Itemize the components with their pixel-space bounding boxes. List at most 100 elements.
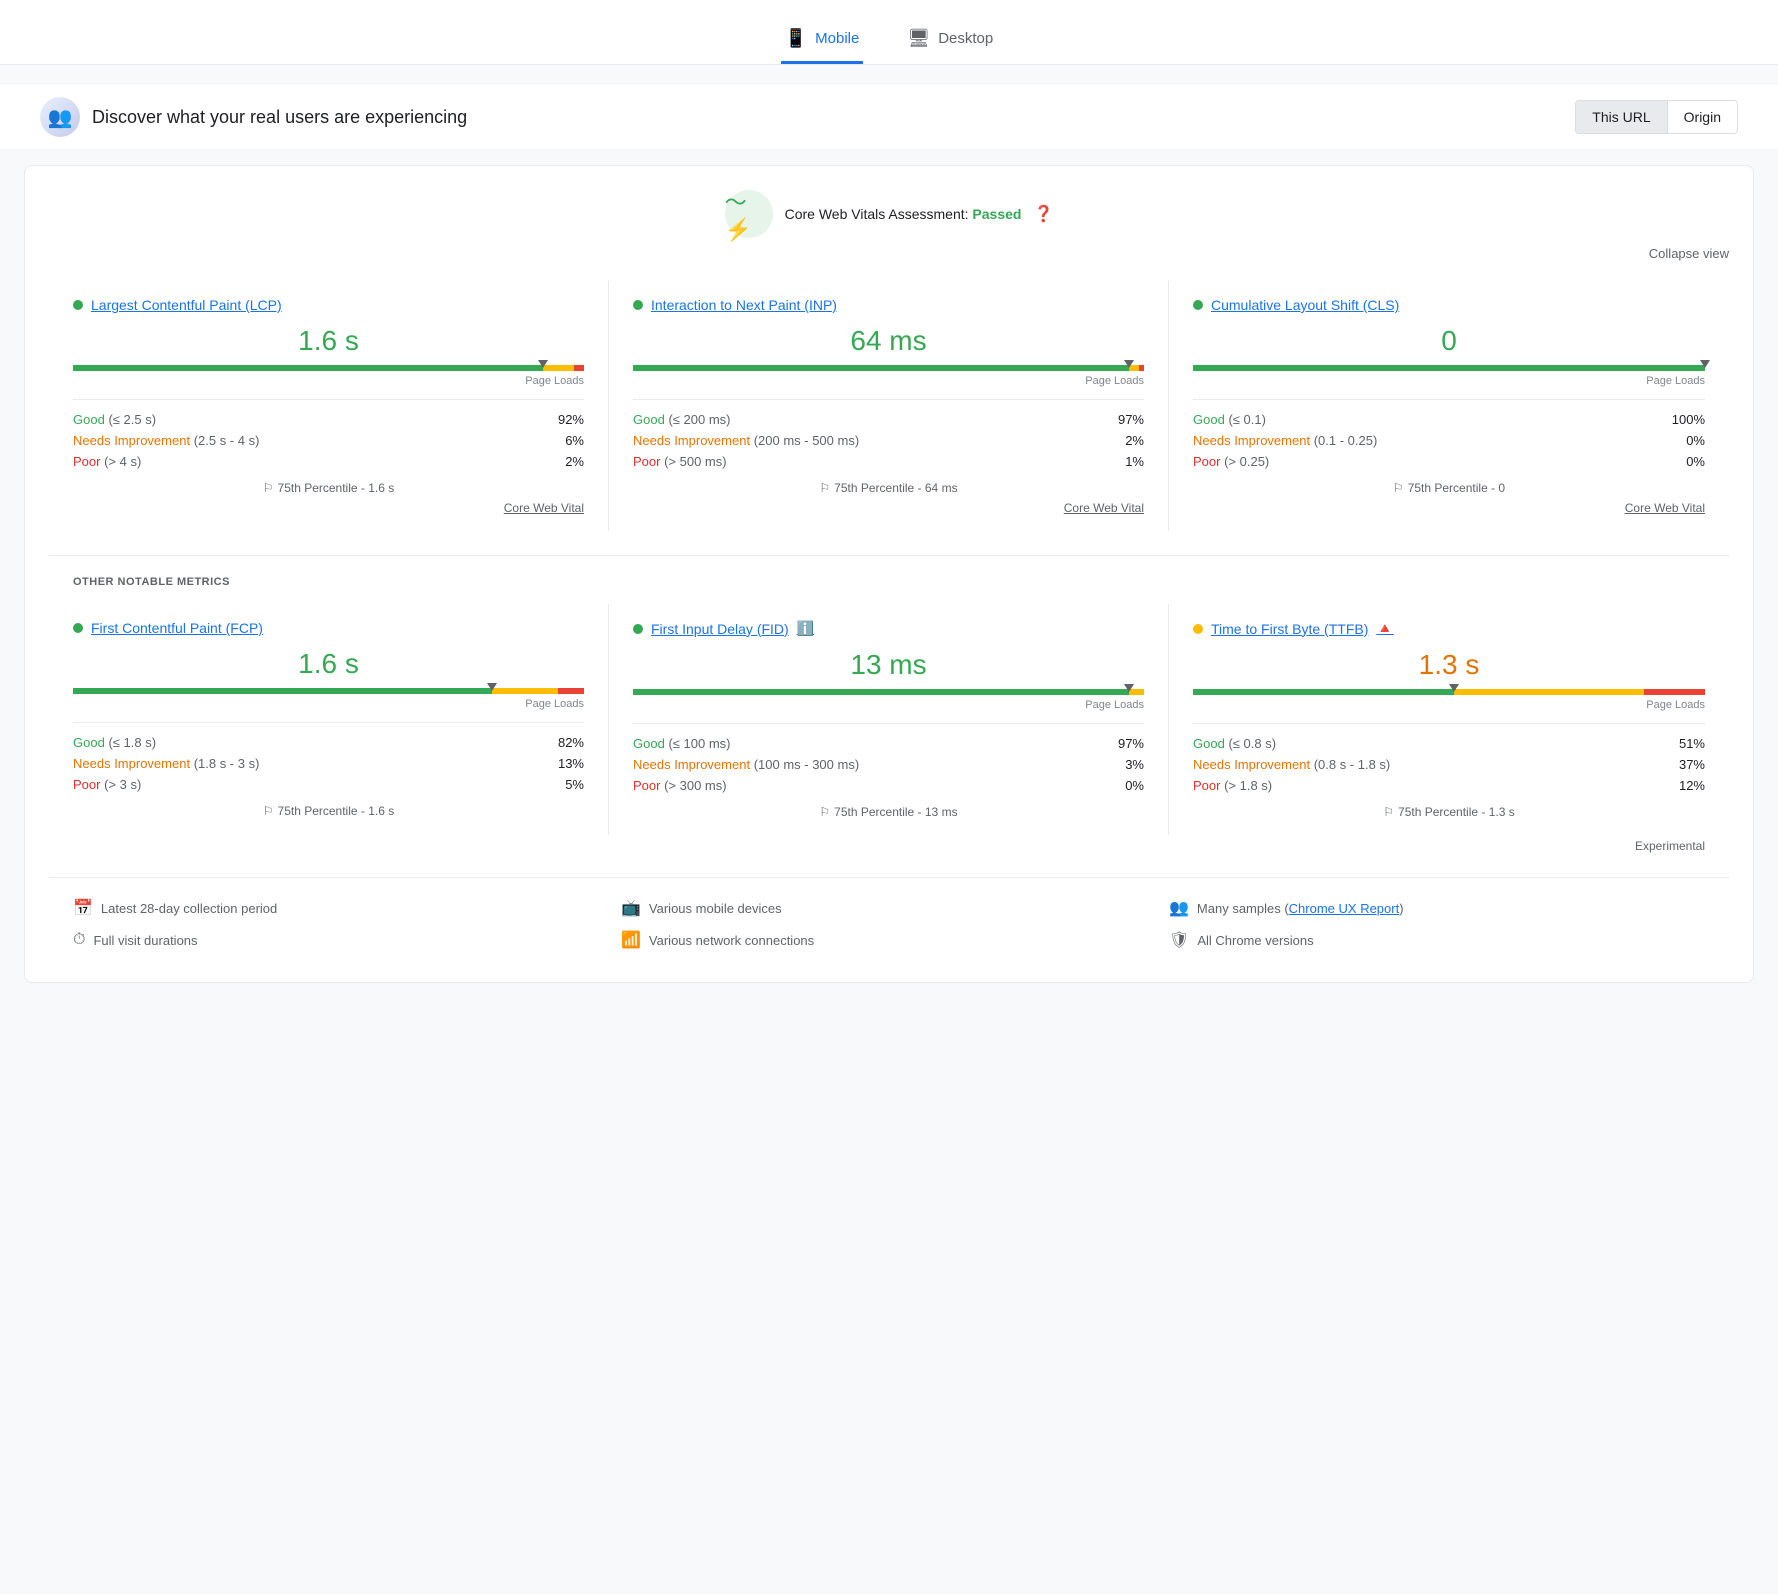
- other-metrics-grid: First Contentful Paint (FCP) 1.6 s Page …: [49, 604, 1729, 835]
- page-loads-label: Page Loads: [73, 375, 584, 387]
- url-origin-toggle: This URL Origin: [1575, 100, 1738, 134]
- page-loads-label: Page Loads: [1193, 375, 1705, 387]
- assessment-header: 〜⚡ Core Web Vitals Assessment: Passed ❓: [49, 190, 1729, 238]
- tab-desktop[interactable]: 🖥 Desktop: [903, 16, 997, 64]
- footer-icon-5: 🛡: [1169, 930, 1189, 950]
- page-loads-label: Page Loads: [633, 375, 1144, 387]
- page-loads-label: Page Loads: [73, 698, 584, 710]
- this-url-button[interactable]: This URL: [1576, 101, 1667, 133]
- percentile-fcp: ⚐ 75th Percentile - 1.6 s: [73, 804, 584, 818]
- metric-title-fid[interactable]: First Input Delay (FID) ℹ️: [633, 620, 1144, 637]
- metric-col-inp: Interaction to Next Paint (INP) 64 ms Pa…: [609, 281, 1169, 531]
- origin-button[interactable]: Origin: [1668, 101, 1737, 133]
- footer-item-4: 📶 Various network connections: [621, 930, 1157, 950]
- top-tabs-container: 📱 Mobile 🖥 Desktop: [0, 0, 1778, 65]
- percentile-fid: ⚐ 75th Percentile - 13 ms: [633, 805, 1144, 819]
- metric-row: Needs Improvement (1.8 s - 3 s) 13%: [73, 756, 584, 771]
- metric-value-lcp: 1.6 s: [73, 325, 584, 357]
- info-icon[interactable]: ℹ️: [797, 620, 814, 637]
- metric-row: Needs Improvement (2.5 s - 4 s) 6%: [73, 433, 584, 448]
- page-title: Discover what your real users are experi…: [92, 107, 467, 128]
- progress-bar: [633, 689, 1144, 695]
- metric-value-inp: 64 ms: [633, 325, 1144, 357]
- chrome-ux-report-link[interactable]: Chrome UX Report: [1289, 901, 1400, 916]
- status-dot-inp: [633, 300, 643, 310]
- footer-item-5: 🛡 All Chrome versions: [1169, 930, 1705, 950]
- metric-rows-ttfb: Good (≤ 0.8 s) 51% Needs Improvement (0.…: [1193, 723, 1705, 793]
- metric-title-inp[interactable]: Interaction to Next Paint (INP): [633, 297, 1144, 313]
- other-metrics-label: OTHER NOTABLE METRICS: [49, 576, 1729, 588]
- metric-col-lcp: Largest Contentful Paint (LCP) 1.6 s Pag…: [49, 281, 609, 531]
- metric-row: Poor (> 3 s) 5%: [73, 777, 584, 792]
- core-vitals-grid: Largest Contentful Paint (LCP) 1.6 s Pag…: [49, 281, 1729, 531]
- assessment-status: Passed: [972, 206, 1021, 222]
- metric-row: Poor (> 500 ms) 1%: [633, 454, 1144, 469]
- progress-bar: [73, 365, 584, 371]
- metric-title-fcp[interactable]: First Contentful Paint (FCP): [73, 620, 584, 636]
- metric-row: Poor (> 4 s) 2%: [73, 454, 584, 469]
- progress-bar: [1193, 689, 1705, 695]
- metric-row: Good (≤ 100 ms) 97%: [633, 736, 1144, 751]
- metric-row: Good (≤ 200 ms) 97%: [633, 412, 1144, 427]
- progress-bar: [1193, 365, 1705, 371]
- help-icon[interactable]: ❓: [1033, 204, 1053, 224]
- metric-row: Good (≤ 0.1) 100%: [1193, 412, 1705, 427]
- percentile-ttfb: ⚐ 75th Percentile - 1.3 s: [1193, 805, 1705, 819]
- metric-title-lcp[interactable]: Largest Contentful Paint (LCP): [73, 297, 584, 313]
- metric-value-ttfb: 1.3 s: [1193, 649, 1705, 681]
- metric-value-cls: 0: [1193, 325, 1705, 357]
- metric-title-ttfb[interactable]: Time to First Byte (TTFB) 🔺: [1193, 620, 1705, 637]
- footer-item-0: 📅 Latest 28-day collection period: [73, 898, 609, 918]
- metric-row: Needs Improvement (0.1 - 0.25) 0%: [1193, 433, 1705, 448]
- pulse-icon: 〜⚡: [725, 190, 773, 238]
- footer-icon-0: 📅: [73, 898, 93, 918]
- metric-row: Needs Improvement (0.8 s - 1.8 s) 37%: [1193, 757, 1705, 772]
- metric-col-ttfb: Time to First Byte (TTFB) 🔺 1.3 s Page L…: [1169, 604, 1729, 835]
- metric-title-cls[interactable]: Cumulative Layout Shift (CLS): [1193, 297, 1705, 313]
- metric-row: Poor (> 1.8 s) 12%: [1193, 778, 1705, 793]
- metric-row: Good (≤ 1.8 s) 82%: [73, 735, 584, 750]
- metric-row: Good (≤ 0.8 s) 51%: [1193, 736, 1705, 751]
- metric-col-fid: First Input Delay (FID) ℹ️ 13 ms Page Lo…: [609, 604, 1169, 835]
- collapse-view-link[interactable]: Collapse view: [1649, 246, 1729, 261]
- status-dot-fid: [633, 624, 643, 634]
- metric-col-fcp: First Contentful Paint (FCP) 1.6 s Page …: [49, 604, 609, 835]
- desktop-icon: 🖥: [907, 28, 930, 49]
- progress-bar: [633, 365, 1144, 371]
- footer-item-3: ⏱ Full visit durations: [73, 930, 609, 950]
- header-bar: 👥 Discover what your real users are expe…: [0, 85, 1778, 149]
- metric-rows-fid: Good (≤ 100 ms) 97% Needs Improvement (1…: [633, 723, 1144, 793]
- footer-item-2: 👥 Many samples (Chrome UX Report): [1169, 898, 1705, 918]
- footer-section: 📅 Latest 28-day collection period 📺 Vari…: [49, 877, 1729, 958]
- avatar: 👥: [40, 97, 80, 137]
- metric-rows-cls: Good (≤ 0.1) 100% Needs Improvement (0.1…: [1193, 399, 1705, 469]
- footer-icon-4: 📶: [621, 930, 641, 950]
- tab-mobile[interactable]: 📱 Mobile: [781, 16, 864, 64]
- metric-value-fcp: 1.6 s: [73, 648, 584, 680]
- experimental-label: Experimental: [49, 839, 1729, 853]
- tab-desktop-label: Desktop: [938, 30, 993, 47]
- footer-item-1: 📺 Various mobile devices: [621, 898, 1157, 918]
- footer-icon-1: 📺: [621, 898, 641, 918]
- footer-icon-2: 👥: [1169, 898, 1189, 918]
- percentile-inp: ⚐ 75th Percentile - 64 ms: [633, 481, 1144, 495]
- metric-row: Poor (> 300 ms) 0%: [633, 778, 1144, 793]
- main-card: 〜⚡ Core Web Vitals Assessment: Passed ❓ …: [24, 165, 1754, 983]
- core-vital-link-cls[interactable]: Core Web Vital: [1193, 501, 1705, 515]
- experimental-icon: 🔺: [1376, 620, 1393, 637]
- core-vital-link-inp[interactable]: Core Web Vital: [633, 501, 1144, 515]
- metric-rows-inp: Good (≤ 200 ms) 97% Needs Improvement (2…: [633, 399, 1144, 469]
- metric-rows-fcp: Good (≤ 1.8 s) 82% Needs Improvement (1.…: [73, 722, 584, 792]
- percentile-lcp: ⚐ 75th Percentile - 1.6 s: [73, 481, 584, 495]
- mobile-icon: 📱: [785, 28, 807, 49]
- footer-icon-3: ⏱: [73, 931, 85, 949]
- tab-mobile-label: Mobile: [815, 30, 859, 47]
- page-loads-label: Page Loads: [633, 699, 1144, 711]
- metric-row: Poor (> 0.25) 0%: [1193, 454, 1705, 469]
- metric-rows-lcp: Good (≤ 2.5 s) 92% Needs Improvement (2.…: [73, 399, 584, 469]
- core-vital-link-lcp[interactable]: Core Web Vital: [73, 501, 584, 515]
- status-dot-ttfb: [1193, 624, 1203, 634]
- metric-col-cls: Cumulative Layout Shift (CLS) 0 Page Loa…: [1169, 281, 1729, 531]
- status-dot-cls: [1193, 300, 1203, 310]
- metric-row: Good (≤ 2.5 s) 92%: [73, 412, 584, 427]
